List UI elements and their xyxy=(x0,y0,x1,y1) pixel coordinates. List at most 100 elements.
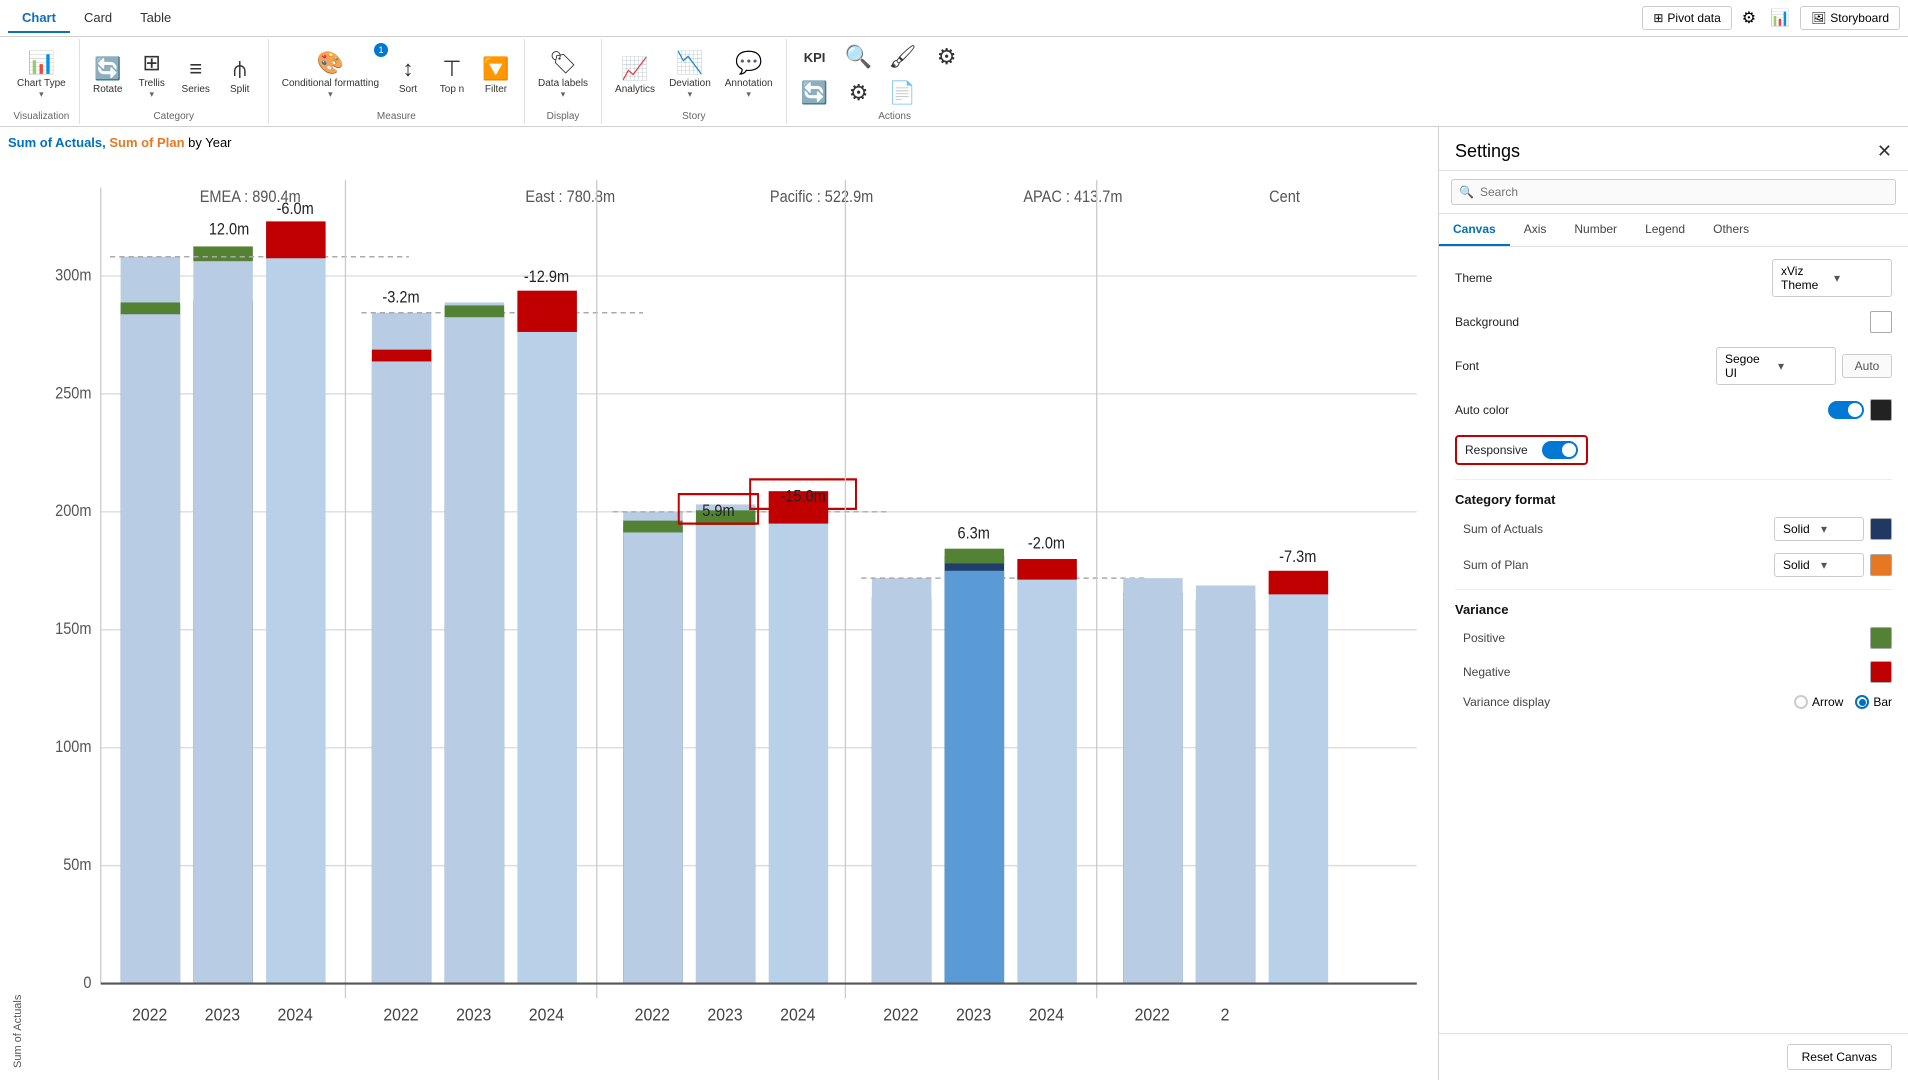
emea-2024-light xyxy=(266,227,326,983)
settings-tab-others[interactable]: Others xyxy=(1699,214,1763,246)
font-row: Font Segoe UI ▾ Auto xyxy=(1455,347,1892,385)
emea-2023-variance xyxy=(193,246,253,261)
responsive-toggle[interactable] xyxy=(1542,441,1578,459)
pdf-item[interactable]: 📄 xyxy=(883,77,923,109)
settings-tab-axis[interactable]: Axis xyxy=(1510,214,1561,246)
topn-label: Top n xyxy=(440,84,464,95)
refresh-item[interactable]: 🔄 xyxy=(795,77,835,109)
font-control: Segoe UI ▾ Auto xyxy=(1716,347,1892,385)
paint-icon: 🖌 xyxy=(889,44,917,70)
sort-item[interactable]: ↕ Sort xyxy=(388,53,428,98)
svg-text:6.3m: 6.3m xyxy=(958,525,990,543)
sum-of-actuals-dropdown[interactable]: Solid ▾ xyxy=(1774,517,1864,541)
split-icon: ⫛ xyxy=(233,56,246,82)
variance-bar-radio[interactable] xyxy=(1855,695,1869,709)
background-row: Background xyxy=(1455,311,1892,333)
auto-color-toggle[interactable] xyxy=(1828,401,1864,419)
tab-chart[interactable]: Chart xyxy=(8,4,70,33)
tab-table[interactable]: Table xyxy=(126,4,185,33)
variance-bar-label: Bar xyxy=(1873,695,1892,709)
conditional-formatting-icon: 🎨 xyxy=(317,50,344,76)
emea-2023-plan xyxy=(193,257,253,984)
sum-of-actuals-row: Sum of Actuals Solid ▾ xyxy=(1455,517,1892,541)
theme-value: xViz Theme xyxy=(1781,264,1830,292)
data-labels-item[interactable]: 🏷 Data labels ▾ xyxy=(533,47,593,103)
series-item[interactable]: ≡ Series xyxy=(176,53,216,98)
settings-tab-legend[interactable]: Legend xyxy=(1631,214,1699,246)
sum-of-actuals-color[interactable] xyxy=(1870,518,1892,540)
cent-2022-plan xyxy=(1123,578,1183,983)
theme-control: xViz Theme ▾ xyxy=(1772,259,1892,297)
deviation-caret: ▾ xyxy=(688,89,693,100)
topn-item[interactable]: ⊤ Top n xyxy=(432,53,472,98)
filter-item[interactable]: 🔽 Filter xyxy=(476,53,516,98)
theme-caret-icon: ▾ xyxy=(1834,271,1883,285)
analytics-icon: 📈 xyxy=(621,56,648,82)
split-item[interactable]: ⫛ Split xyxy=(220,53,260,98)
annotation-item[interactable]: 💬 Annotation ▾ xyxy=(720,47,778,103)
pivot-icon: ⊞ xyxy=(1653,11,1663,25)
background-color-swatch[interactable] xyxy=(1870,311,1892,333)
settings-close-button[interactable]: ✕ xyxy=(1877,141,1892,162)
svg-text:2023: 2023 xyxy=(707,1005,742,1025)
chart-type-item[interactable]: 📊 Chart Type ▾ xyxy=(12,47,71,103)
positive-color-swatch[interactable] xyxy=(1870,627,1892,649)
positive-label: Positive xyxy=(1463,631,1870,645)
east-2023-plan xyxy=(445,302,505,983)
negative-label: Negative xyxy=(1463,665,1870,679)
filter-label: Filter xyxy=(485,84,507,95)
settings-tab-number[interactable]: Number xyxy=(1560,214,1631,246)
tab-card[interactable]: Card xyxy=(70,4,126,33)
emea-2024-variance-neg xyxy=(266,221,326,258)
variance-bar-option[interactable]: Bar xyxy=(1855,695,1892,709)
analytics-item[interactable]: 📈 Analytics xyxy=(610,53,660,98)
theme-dropdown[interactable]: xViz Theme ▾ xyxy=(1772,259,1892,297)
y-axis-label: Sum of Actuals xyxy=(8,158,28,1072)
svg-text:300m: 300m xyxy=(55,267,91,285)
icon-btn-2[interactable]: 📊 xyxy=(1766,4,1794,32)
font-dropdown[interactable]: Segoe UI ▾ xyxy=(1716,347,1836,385)
chart-type-label: Chart Type xyxy=(17,78,66,89)
series-icon: ≡ xyxy=(189,56,202,82)
svg-text:5.9m: 5.9m xyxy=(702,503,734,521)
background-label: Background xyxy=(1455,315,1870,329)
storyboard-button[interactable]: 🖼 Storyboard xyxy=(1800,6,1900,30)
gear-item[interactable]: ⚙ xyxy=(927,41,967,73)
font-auto-label: Auto xyxy=(1842,354,1892,378)
pivot-data-button[interactable]: ⊞ Pivot data xyxy=(1642,6,1731,30)
east-2022-variance xyxy=(372,350,432,362)
reset-canvas-button[interactable]: Reset Canvas xyxy=(1787,1044,1892,1070)
settings-tab-canvas[interactable]: Canvas xyxy=(1439,214,1510,246)
conditional-formatting-item[interactable]: 🎨 1 Conditional formatting ▾ xyxy=(277,47,384,103)
measure-group-label: Measure xyxy=(377,109,416,122)
chart-title-blue: Sum of Actuals, xyxy=(8,135,106,150)
variance-arrow-radio[interactable] xyxy=(1794,695,1808,709)
search-icon: 🔍 xyxy=(1459,185,1474,199)
auto-color-row: Auto color xyxy=(1455,399,1892,421)
sum-of-plan-color[interactable] xyxy=(1870,554,1892,576)
ribbon-group-actions: KPI 🔍 🖌 ⚙ 🔄 ⚙ 📄 xyxy=(787,39,1003,124)
settings-search-input[interactable] xyxy=(1451,179,1896,205)
pac-2022-variance xyxy=(623,521,683,533)
variance-arrow-option[interactable]: Arrow xyxy=(1794,695,1843,709)
rotate-item[interactable]: 🔄 Rotate xyxy=(88,53,128,98)
svg-text:-12.9m: -12.9m xyxy=(524,268,569,286)
svg-text:2023: 2023 xyxy=(205,1005,240,1025)
trellis-item[interactable]: ⊞ Trellis ▾ xyxy=(132,47,172,103)
negative-color-swatch[interactable] xyxy=(1870,661,1892,683)
trellis-label: Trellis xyxy=(139,78,165,89)
sum-of-plan-dropdown[interactable]: Solid ▾ xyxy=(1774,553,1864,577)
svg-text:Cent: Cent xyxy=(1269,189,1300,207)
settings2-item[interactable]: ⚙ xyxy=(839,77,879,109)
background-control xyxy=(1870,311,1892,333)
kpi-item[interactable]: KPI xyxy=(795,47,835,68)
deviation-item[interactable]: 📉 Deviation ▾ xyxy=(664,47,716,103)
settings-header: Settings ✕ xyxy=(1439,127,1908,171)
auto-color-swatch[interactable] xyxy=(1870,399,1892,421)
east-2024-variance-neg xyxy=(517,291,577,332)
sum-of-actuals-style: Solid xyxy=(1783,522,1817,536)
svg-text:100m: 100m xyxy=(55,738,91,756)
icon-btn-1[interactable]: ⚙ xyxy=(1738,4,1760,32)
search-action-item[interactable]: 🔍 xyxy=(839,41,879,73)
paint-item[interactable]: 🖌 xyxy=(883,41,923,73)
